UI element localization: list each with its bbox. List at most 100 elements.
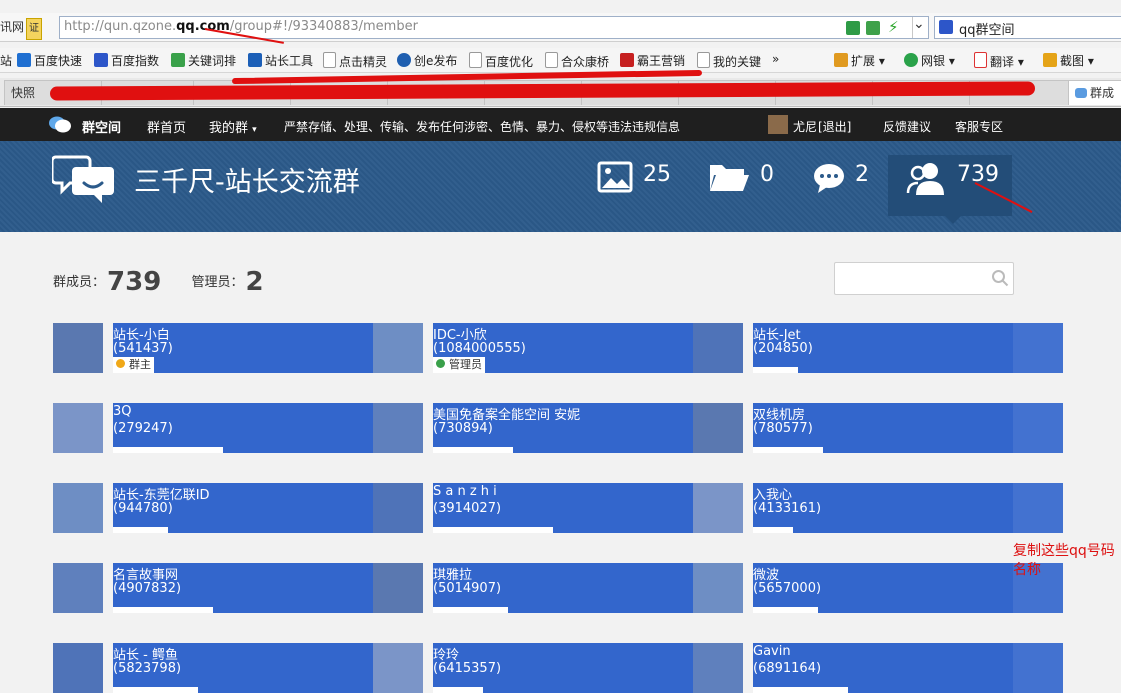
qun-logo-icon[interactable]: [48, 115, 72, 133]
avatar[interactable]: [373, 323, 423, 373]
screenshot-button[interactable]: 截图 ▾: [1043, 52, 1094, 69]
member-card[interactable]: 站长-小白 (541437) 群主: [53, 323, 423, 373]
bookmark-1[interactable]: 百度快速: [17, 52, 82, 69]
annotation-note: 复制这些qq号码名称: [1013, 543, 1115, 578]
avatar[interactable]: [373, 643, 423, 693]
member-card[interactable]: 站长-东莞亿联ID (944780): [53, 483, 423, 533]
nav-home[interactable]: 群首页: [147, 117, 186, 136]
qr-icon[interactable]: [866, 21, 880, 35]
member-qq: (5014907): [433, 581, 502, 596]
member-card[interactable]: Gavin (6891164): [693, 643, 1063, 693]
bookmark-icon: [94, 53, 108, 67]
member-card[interactable]: 站长-Jet (204850): [693, 323, 1063, 373]
files-count[interactable]: 0: [760, 162, 774, 187]
member-info[interactable]: 站长-Jet (204850): [753, 323, 1063, 373]
legal-notice: 严禁存储、处理、传输、发布任何涉密、色情、暴力、侵权等违法违规信息: [284, 120, 681, 134]
bookmark-icon: [397, 53, 411, 67]
avatar[interactable]: [53, 483, 103, 533]
site-tag-label: 讯网: [0, 20, 25, 34]
avatar[interactable]: [693, 563, 743, 613]
bookmark-7[interactable]: 百度优化: [469, 52, 533, 70]
avatar[interactable]: [693, 643, 743, 693]
bookmark-4[interactable]: 站长工具: [248, 52, 313, 69]
extensions-button[interactable]: 扩展 ▾: [834, 52, 885, 69]
member-info[interactable]: Gavin (6891164): [753, 643, 1063, 693]
avatar[interactable]: [693, 403, 743, 453]
avatar[interactable]: [373, 563, 423, 613]
bank-button[interactable]: 网银 ▾: [904, 52, 955, 69]
avatar[interactable]: [373, 403, 423, 453]
avatar[interactable]: [768, 115, 788, 134]
avatar[interactable]: [693, 323, 743, 373]
member-qq: (204850): [753, 341, 813, 356]
shield-icon: [904, 53, 918, 67]
member-search-input[interactable]: [834, 262, 1014, 295]
translate-button[interactable]: 翻译 ▾: [974, 52, 1024, 70]
avatar[interactable]: [53, 643, 103, 693]
member-card[interactable]: 入我心 (4133161): [693, 483, 1063, 533]
bookmark-9[interactable]: 霸王营销: [620, 52, 685, 69]
avatar[interactable]: [53, 563, 103, 613]
url-input[interactable]: http://qun.qzone.qq.com/group#!/93340883…: [59, 16, 929, 39]
user-name[interactable]: 尤尼: [793, 118, 817, 135]
highlight-gap: [433, 447, 513, 453]
member-info[interactable]: 入我心 (4133161): [753, 483, 1063, 533]
member-card[interactable]: 玲玲 (6415357): [373, 643, 743, 693]
translate-icon: [974, 52, 987, 68]
group-banner: 三千尺-站长交流群 25 0 2 739: [0, 141, 1121, 232]
extension-icon: [834, 53, 848, 67]
comment-icon[interactable]: [812, 161, 846, 198]
highlight-gap: [433, 687, 483, 693]
feedback-link[interactable]: 反馈建议: [883, 118, 931, 135]
nav-my-groups[interactable]: 我的群 ▾: [209, 117, 257, 136]
bookmark-10[interactable]: 我的关键: [697, 52, 761, 70]
member-card[interactable]: 琪雅拉 (5014907): [373, 563, 743, 613]
avatar[interactable]: [693, 483, 743, 533]
comments-count[interactable]: 2: [855, 162, 869, 187]
bookmark-6[interactable]: 创e发布: [397, 52, 457, 69]
speed-icon[interactable]: ⚡: [888, 18, 899, 36]
brand-label[interactable]: 群空间: [82, 117, 121, 136]
search-input[interactable]: qq群空间: [934, 16, 1121, 39]
member-card[interactable]: 3Q (279247): [53, 403, 423, 453]
member-card[interactable]: S a n z h i (3914027): [373, 483, 743, 533]
members-tab[interactable]: 739: [888, 155, 1012, 216]
support-link[interactable]: 客服专区: [955, 118, 1003, 135]
tab-group-members[interactable]: 群成: [1068, 80, 1121, 105]
member-qq: (4133161): [753, 501, 822, 516]
members-total: 739: [107, 267, 162, 297]
member-card[interactable]: 美国免备案全能空间 安妮 (730894): [373, 403, 743, 453]
member-qq: (5657000): [753, 581, 822, 596]
bookmark-2[interactable]: 百度指数: [94, 52, 159, 69]
cert-badge[interactable]: 证: [26, 18, 43, 40]
member-card[interactable]: 双线机房 (780577): [693, 403, 1063, 453]
member-card[interactable]: 微波 (5657000): [693, 563, 1063, 613]
member-qq: (1084000555): [433, 341, 526, 356]
avatar[interactable]: [373, 483, 423, 533]
avatar[interactable]: [53, 403, 103, 453]
member-info[interactable]: 双线机房 (780577): [753, 403, 1063, 453]
bookmarks-more[interactable]: »: [772, 52, 779, 66]
member-card[interactable]: 名言故事网 (4907832): [53, 563, 423, 613]
avatar[interactable]: [53, 323, 103, 373]
folder-icon[interactable]: [708, 161, 750, 196]
highlight-gap: [433, 607, 508, 613]
photo-icon[interactable]: [597, 161, 633, 196]
member-card[interactable]: IDC-小欣 (1084000555) 管理员: [373, 323, 743, 373]
bookmark-icon: [248, 53, 262, 67]
bookmark-5[interactable]: 点击精灵: [323, 52, 387, 70]
member-qq: (279247): [113, 421, 173, 436]
logout-link[interactable]: [退出]: [818, 118, 851, 135]
dropdown-chevron-icon[interactable]: ⌄: [913, 16, 925, 32]
bookmark-8[interactable]: 合众康桥: [545, 52, 609, 70]
reader-icon[interactable]: [846, 21, 860, 35]
card-watermark: [1013, 643, 1063, 693]
bookmark-3[interactable]: 关键词排: [171, 52, 236, 69]
member-card[interactable]: 站长 - 鳄鱼 (5823798): [53, 643, 423, 693]
group-title: 三千尺-站长交流群: [134, 167, 360, 198]
page-icon: [323, 52, 336, 68]
photos-count[interactable]: 25: [643, 162, 671, 187]
role-label: 管理员: [449, 358, 482, 371]
member-qq: (944780): [113, 501, 173, 516]
bookmark-0[interactable]: 站: [0, 52, 12, 69]
